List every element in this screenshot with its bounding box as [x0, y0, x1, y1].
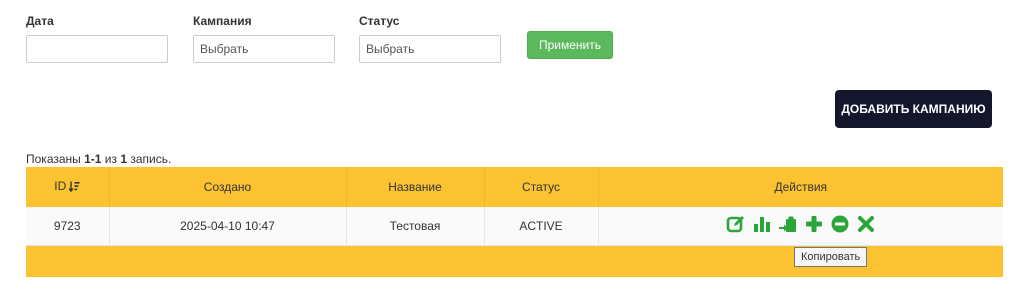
- copy-icon[interactable]: [778, 214, 798, 234]
- cell-created: 2025-04-10 10:47: [109, 207, 347, 246]
- summary-prefix: Показаны: [26, 152, 85, 166]
- delete-icon[interactable]: [856, 214, 876, 234]
- column-header-created: Создано: [109, 167, 347, 207]
- cell-id: 9723: [26, 207, 110, 246]
- column-header-id[interactable]: ID: [26, 167, 110, 207]
- table-header-row: ID Создано Название Статус Действия: [26, 167, 1003, 207]
- campaign-select[interactable]: [193, 35, 335, 63]
- column-header-actions: Действия: [598, 167, 1003, 207]
- column-header-status: Статус: [484, 167, 599, 207]
- filter-date: Дата: [26, 14, 168, 63]
- column-header-id-label: ID: [54, 179, 67, 193]
- filter-campaign: Кампания: [193, 14, 335, 63]
- edit-icon[interactable]: [726, 214, 746, 234]
- summary-range: 1-1: [84, 152, 102, 166]
- copy-tooltip: Копировать: [794, 247, 868, 267]
- summary-middle: из: [101, 152, 121, 166]
- apply-button[interactable]: Применить: [527, 31, 613, 59]
- status-select[interactable]: [359, 35, 501, 63]
- stats-icon[interactable]: [752, 214, 772, 234]
- remove-icon[interactable]: [830, 214, 850, 234]
- filter-status: Статус: [359, 14, 501, 63]
- campaign-label: Кампания: [193, 14, 252, 28]
- cell-name: Тестовая: [346, 207, 485, 246]
- summary-suffix: запись.: [127, 152, 172, 166]
- status-label: Статус: [359, 14, 400, 28]
- cell-status: ACTIVE: [484, 207, 599, 246]
- date-input[interactable]: [26, 35, 168, 63]
- date-label: Дата: [26, 14, 54, 28]
- results-summary: Показаны 1-1 из 1 запись.: [26, 152, 171, 166]
- table-row: 9723 2025-04-10 10:47 Тестовая ACTIVE: [26, 207, 1003, 246]
- row-actions: [726, 214, 876, 234]
- column-header-name: Название: [346, 167, 485, 207]
- add-icon[interactable]: [804, 214, 824, 234]
- sort-desc-icon[interactable]: [68, 181, 80, 195]
- add-campaign-button[interactable]: ДОБАВИТЬ КАМПАНИЮ: [835, 90, 992, 128]
- cell-actions: [598, 207, 1003, 246]
